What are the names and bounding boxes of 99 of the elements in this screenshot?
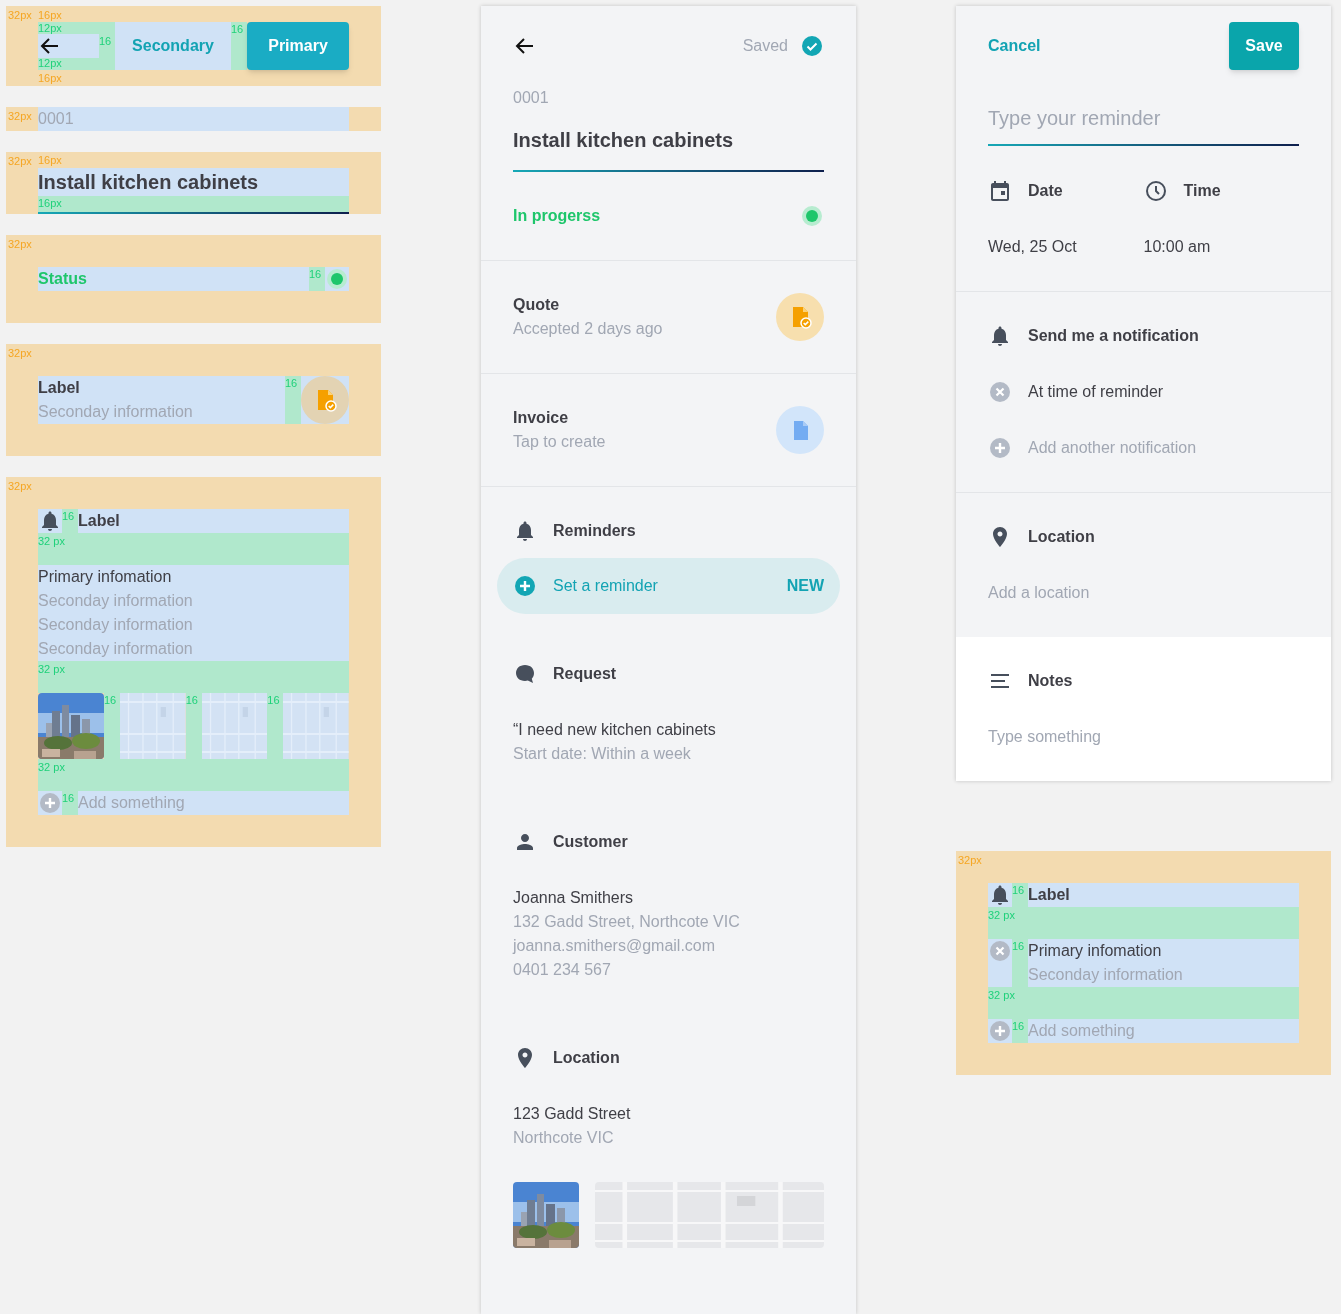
padding-label: 32px (8, 10, 32, 21)
section-heading: Send me a notification (1028, 326, 1199, 346)
status-text: Status (38, 269, 88, 289)
status-text: In progerss (513, 206, 601, 226)
spacing-marker: 16 (62, 509, 78, 533)
spacing-marker: 16 (104, 693, 120, 759)
label-text: Label (38, 378, 81, 398)
spacing-marker: 16 (285, 376, 301, 424)
address-text: 123 Gadd Street (513, 1104, 632, 1124)
document-row[interactable]: Invoice Tap to create (481, 374, 856, 487)
padding-label: 16px (38, 10, 62, 21)
add-something-text: Add something (1028, 1021, 1135, 1041)
primary-text: Primary infomation (1028, 941, 1163, 961)
clock-icon (1143, 179, 1168, 203)
customer-detail: Joanna Smithers (513, 888, 635, 908)
padding-label: 12px (38, 58, 62, 69)
add-icon (988, 436, 1012, 460)
spacing-marker: 32 px (38, 661, 349, 693)
padding-label: 32px (8, 111, 32, 122)
secondary-text: Seconday information (38, 402, 194, 422)
primary-text: Primary infomation (38, 567, 173, 587)
padding-label: 12px (38, 23, 62, 34)
padding-label: 16px (38, 155, 62, 166)
document-detail: Accepted 2 days ago (513, 319, 664, 339)
section-heading: Request (553, 664, 617, 684)
spacing-marker: 16 (1012, 939, 1028, 987)
document-row[interactable]: Quote Accepted 2 days ago (481, 261, 856, 374)
padding-label: 32px (8, 239, 32, 250)
title-text: Install kitchen cabinets (38, 168, 349, 196)
padding-label: 32px (958, 855, 982, 866)
remove-icon (988, 380, 1012, 404)
padding-label: 32px (8, 156, 32, 167)
primary-button[interactable]: Primary (247, 22, 349, 70)
document-detail: Tap to create (513, 432, 607, 452)
save-button[interactable]: Save (1229, 22, 1299, 70)
plus-icon (513, 574, 537, 598)
check-circle-icon (800, 34, 824, 58)
spacing-marker: 16 (231, 22, 247, 70)
document-label: Invoice (513, 408, 570, 428)
secondary-button[interactable]: Secondary (115, 22, 231, 70)
add-something-text: Add something (78, 793, 185, 813)
calendar-icon (988, 179, 1012, 203)
customer-detail: joanna.smithers@gmail.com (513, 936, 717, 956)
address-text: Northcote VIC (513, 1128, 615, 1148)
secondary-text: Seconday information (38, 639, 194, 659)
spacing-marker: 32 px (988, 907, 1299, 939)
section-heading: Location (553, 1048, 620, 1068)
chat-bubble-icon (513, 662, 537, 686)
notification-item: Add another notification (1028, 438, 1197, 458)
spacing-marker: 16 (1012, 883, 1028, 907)
padding-label: 32px (8, 348, 32, 359)
customer-detail: 0401 234 567 (513, 960, 612, 980)
reminder-input[interactable]: Type your reminder (988, 94, 1299, 142)
section-heading: Location (1028, 527, 1095, 547)
padding-label: 16px (38, 73, 62, 84)
saved-text: Saved (742, 36, 788, 56)
secondary-text: Seconday information (38, 591, 194, 611)
add-location-link[interactable]: Add a location (988, 581, 1090, 605)
notification-item: At time of reminder (1028, 382, 1164, 402)
document-icon (776, 406, 824, 454)
padding-label: 32px (8, 481, 32, 492)
time-value[interactable]: 10:00 am (1143, 235, 1299, 259)
spacing-marker: 32 px (988, 987, 1299, 1019)
spacing-marker: 16 (267, 693, 284, 759)
section-heading: Date (1028, 181, 1063, 201)
label-text: Label (1028, 885, 1070, 905)
document-label: Quote (513, 295, 561, 315)
secondary-text: Seconday information (38, 615, 194, 635)
job-title: Install kitchen cabinets (513, 128, 735, 153)
section-heading: Notes (1028, 671, 1073, 691)
section-heading: Customer (553, 832, 628, 852)
spacing-marker: 32 px (38, 759, 349, 791)
label-text: Label (78, 511, 120, 531)
spacing-marker: 16 (1012, 1019, 1028, 1043)
add-icon (988, 1019, 1012, 1043)
spacing-marker: 32 px (38, 533, 349, 565)
request-text: Start date: Within a week (513, 744, 692, 764)
status-dot-icon (800, 204, 824, 228)
document-check-icon (301, 376, 349, 424)
cancel-button[interactable]: Cancel (988, 34, 1041, 58)
spacing-marker: 16 (309, 267, 325, 291)
section-heading: Reminders (553, 521, 636, 541)
section-heading: Time (1183, 181, 1221, 201)
secondary-text: Seconday information (1028, 965, 1183, 985)
add-icon (38, 791, 62, 815)
customer-detail: 132 Gadd Street, Northcote VIC (513, 912, 741, 932)
spacing-marker: 16 (62, 791, 78, 815)
notes-input[interactable]: Type something (988, 725, 1299, 749)
job-id-text: 0001 (38, 107, 349, 131)
document-check-icon (776, 293, 824, 341)
job-id-text: 0001 (513, 88, 550, 108)
set-reminder-button[interactable]: Set a reminder NEW (497, 558, 840, 614)
status-dot-icon (325, 267, 349, 291)
new-label: NEW (786, 576, 824, 596)
date-value[interactable]: Wed, 25 Oct (988, 235, 1144, 259)
remove-icon (988, 939, 1012, 963)
padding-label: 16 (99, 34, 112, 47)
request-text: “I need new kitchen cabinets (513, 720, 717, 740)
spacing-marker: 16px (38, 196, 349, 212)
